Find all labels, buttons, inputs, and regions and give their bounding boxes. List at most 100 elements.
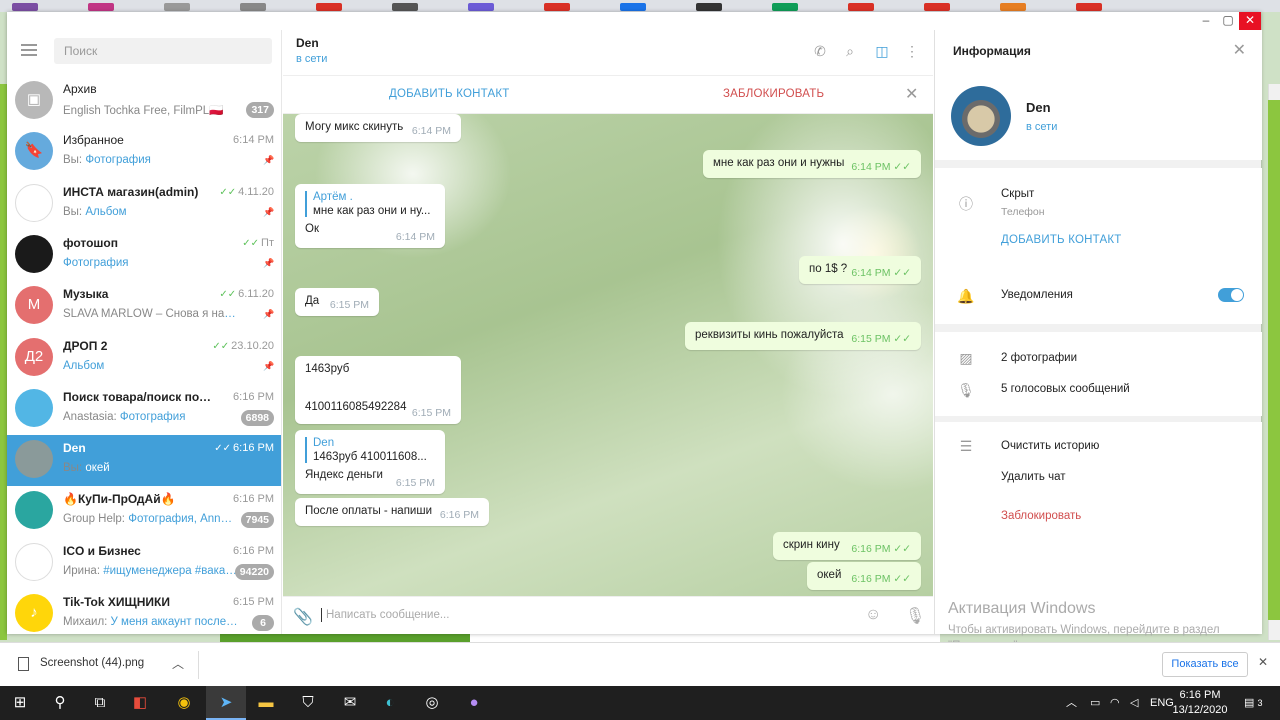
chrome-icon[interactable]: ◉	[164, 686, 204, 720]
message-in[interactable]: Да 6:15 PM	[295, 288, 379, 316]
search-input[interactable]: Поиск	[54, 38, 272, 64]
file-explorer-icon[interactable]: ▬	[246, 686, 286, 720]
wifi-icon[interactable]: ◠	[1110, 686, 1120, 720]
reply-quote[interactable]: Артём . мне как раз они и ну...	[305, 191, 435, 217]
mail-icon[interactable]: ✉	[330, 686, 370, 720]
tray-chevron-icon[interactable]: ︿	[1066, 686, 1077, 720]
read-check-icon: ✓✓	[219, 289, 237, 301]
message-in[interactable]: После оплаты - напиши 6:16 PM	[295, 498, 489, 526]
profile-section: Информация ✕ Den в сети	[935, 30, 1262, 160]
avatar[interactable]	[951, 86, 1011, 146]
app-icon[interactable]: ◎	[412, 686, 452, 720]
download-bar: Screenshot (44).png ︿ Показать все ✕	[0, 642, 1280, 686]
chat-header[interactable]: Den в сети ✆ ⌕ ◫ ⋮	[283, 30, 933, 76]
microphone-icon[interactable]: 🎙	[905, 606, 925, 626]
attach-icon[interactable]: 📎	[293, 607, 313, 627]
search-icon[interactable]: ⚲	[40, 686, 80, 720]
maximize-button[interactable]: ▢	[1217, 12, 1239, 30]
phone-value[interactable]: Скрыт	[1001, 188, 1034, 200]
chat-list-item[interactable]: ▣ Архив English Tochka Free, FilmPL🇵🇱 317	[7, 76, 281, 127]
read-check-icon: ✓✓	[219, 186, 237, 198]
message-in[interactable]: Могу микс скинуть 6:14 PM	[295, 114, 461, 142]
block-button[interactable]: ЗАБЛОКИРОВАТЬ	[723, 88, 824, 100]
reply-quote[interactable]: Den 1463руб 410011608...	[305, 437, 435, 463]
store-icon[interactable]: ⛉	[288, 686, 328, 720]
add-contact-button[interactable]: ДОБАВИТЬ КОНТАКТ	[389, 88, 509, 100]
unread-badge: 7945	[240, 512, 274, 529]
chat-title[interactable]: Den	[296, 36, 319, 50]
phone-label: Телефон	[1001, 206, 1045, 218]
unread-badge: 6898	[240, 409, 274, 426]
chat-list-item[interactable]: ИНСТА магазин(admin) ✓✓ 4.11.20 Вы: Альбом 📌	[7, 179, 281, 230]
chat-preview: Вы: Альбом	[63, 205, 127, 218]
notification-center-icon[interactable]: ▤ 3	[1244, 686, 1262, 720]
download-item[interactable]: Screenshot (44).png	[40, 657, 144, 669]
close-icon[interactable]: ✕	[905, 84, 918, 104]
chat-name: Поиск товара/поиск поставщика	[63, 389, 213, 404]
edge-icon[interactable]: ◐	[370, 686, 410, 720]
close-window-button[interactable]: ✕	[1239, 12, 1261, 30]
emoji-icon[interactable]: ☺	[865, 606, 881, 624]
app2-icon[interactable]: ●	[454, 686, 494, 720]
chat-list-item[interactable]: фотошоп ✓✓ Пт Фотография 📌	[7, 230, 281, 281]
chat-preview: Вы: Фотография	[63, 154, 151, 167]
sidebar-toggle-icon[interactable]: ◫	[873, 42, 891, 60]
message-input[interactable]: Написать сообщение...	[321, 608, 449, 622]
clock[interactable]: 6:16 PM 13/12/2020	[1170, 688, 1230, 718]
chat-list-panel: Поиск ▣ Архив English Tochka Free, FilmPL🇵…	[7, 30, 282, 634]
read-check-icon: ✓✓	[214, 443, 232, 455]
search-icon[interactable]: ⌕	[841, 42, 859, 60]
telegram-icon[interactable]: ➤	[206, 686, 246, 720]
chat-preview: Фотография	[63, 256, 129, 269]
browser-tab-strip	[0, 0, 1280, 12]
chat-list-item[interactable]: ICO и Бизнес 6:16 PM Ирина: #ищуменеджера …	[7, 538, 281, 589]
phone-icon[interactable]: ✆	[811, 42, 829, 60]
message-in[interactable]: 1463руб 4100116085492284 6:15 PM	[295, 356, 461, 424]
delete-chat-button[interactable]: Удалить чат	[1001, 471, 1066, 483]
chat-list-item[interactable]: ♪ Tik-Tok ХИЩНИКИ 6:15 PM Михаил: У меня ак…	[7, 589, 281, 634]
chat-list-item[interactable]: М Музыка ✓✓ 6.11.20 SLAVA MARLOW – Снова я н…	[7, 281, 281, 332]
avatar: М	[15, 286, 53, 325]
message-out[interactable]: окей 6:16 PM ✓✓	[807, 562, 921, 590]
message-out[interactable]: скрин кину 6:16 PM ✓✓	[773, 532, 921, 560]
show-all-button[interactable]: Показать все	[1162, 652, 1248, 677]
chat-list-item[interactable]: 🔖 Избранное 6:14 PM Вы: Фотография 📌	[7, 127, 281, 178]
close-icon[interactable]: ✕	[1233, 40, 1246, 60]
chat-list-item[interactable]: Den ✓✓ 6:16 PM Вы: окей	[7, 435, 281, 487]
message-in-reply[interactable]: Den 1463руб 410011608... Яндекс деньги 6…	[295, 430, 445, 494]
more-icon[interactable]: ⋮	[903, 42, 921, 60]
message-time: 6:14 PM ✓✓	[851, 161, 911, 173]
chat-list-item[interactable]: 🔥КуПи-ПрОдАй🔥 6:16 PM Group Help: Фотограф…	[7, 486, 281, 537]
windows-start-icon[interactable]: ⊞	[0, 686, 40, 720]
info-title: Информация	[953, 44, 1031, 58]
menu-icon[interactable]	[21, 44, 37, 56]
office-icon[interactable]: ◧	[120, 686, 160, 720]
message-in-reply[interactable]: Артём . мне как раз они и ну... Ок 6:14 …	[295, 184, 445, 248]
battery-icon[interactable]: ▭	[1090, 686, 1100, 720]
volume-icon[interactable]: ◁	[1130, 686, 1138, 720]
chat-preview: Альбом	[63, 359, 105, 372]
background-scrollbar[interactable]	[1268, 84, 1280, 640]
chat-list-item[interactable]: Поиск товара/поиск поставщика 6:16 PM Anas…	[7, 384, 281, 435]
chevron-up-icon[interactable]: ︿	[172, 655, 184, 672]
minimize-button[interactable]: –	[1195, 12, 1217, 30]
chat-status: в сети	[296, 53, 328, 65]
notifications-toggle[interactable]	[1218, 288, 1244, 302]
photos-link[interactable]: 2 фотографии	[1001, 352, 1077, 364]
voice-messages-link[interactable]: 5 голосовых сообщений	[1001, 383, 1130, 395]
chat-name: Den	[63, 441, 86, 456]
chat-name: ИНСТА магазин(admin)	[63, 184, 199, 199]
chat-list-item[interactable]: Д2 ДРОП 2 ✓✓ 23.10.20 Альбом 📌	[7, 333, 281, 384]
message-out[interactable]: реквизиты кинь пожалуйста 6:15 PM ✓✓	[685, 322, 921, 350]
message-list[interactable]: Могу микс скинуть 6:14 PM мне как раз он…	[283, 114, 933, 596]
add-contact-link[interactable]: ДОБАВИТЬ КОНТАКТ	[1001, 234, 1121, 246]
message-out[interactable]: по 1$ ? 6:14 PM ✓✓	[799, 256, 921, 284]
compose-bar: 📎 Написать сообщение... ☺ 🎙	[283, 596, 933, 634]
taskbar: ⊞ ⚲ ⧉ ◧ ◉ ➤ ▬ ⛉ ✉ ◐ ◎ ● ︿ ▭ ◠ ◁ ENG 6:16…	[0, 686, 1280, 720]
task-view-icon[interactable]: ⧉	[80, 686, 120, 720]
pin-icon: 📌	[263, 155, 275, 166]
message-out[interactable]: мне как раз они и нужны 6:14 PM ✓✓	[703, 150, 921, 178]
clear-history-button[interactable]: Очистить историю	[1001, 440, 1099, 452]
block-user-button[interactable]: Заблокировать	[1001, 510, 1081, 522]
close-icon[interactable]: ✕	[1258, 655, 1268, 669]
